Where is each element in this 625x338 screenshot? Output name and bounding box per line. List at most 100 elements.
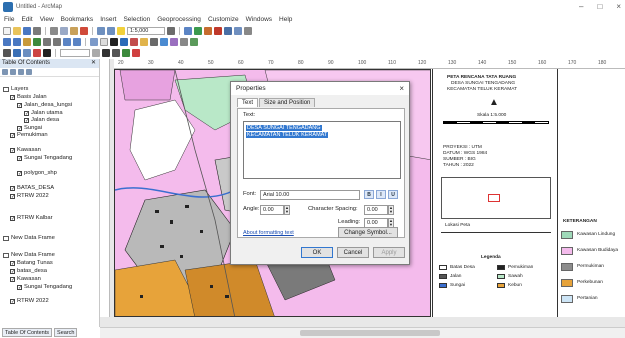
add-data-icon[interactable]: [117, 26, 125, 35]
toc-layer-item[interactable]: ✓ Sungai Tengadang: [17, 155, 72, 161]
pan-icon[interactable]: [23, 37, 31, 46]
full-extent-icon[interactable]: [33, 37, 41, 46]
toc-layer-item[interactable]: ✓ batas_desa: [10, 268, 47, 274]
python-icon[interactable]: [224, 26, 232, 35]
layer-checkbox[interactable]: ✓: [24, 117, 29, 123]
layer-checkbox[interactable]: ✓: [17, 125, 22, 131]
back-extent-icon[interactable]: [63, 37, 71, 46]
tab-size-and-position[interactable]: Size and Position: [259, 98, 316, 107]
apply-button[interactable]: Apply: [373, 247, 405, 258]
layer-checkbox[interactable]: ✓: [17, 284, 22, 290]
toc-layer-item[interactable]: ✓ RTRW 2022: [10, 193, 49, 199]
undo-icon[interactable]: [97, 26, 105, 35]
about-formatting-link[interactable]: About formatting text: [243, 230, 294, 236]
toc-layer-item[interactable]: New Data Frame: [3, 235, 55, 241]
data-frame-icon[interactable]: [3, 235, 9, 241]
pin-icon[interactable]: ✕: [91, 59, 96, 68]
line-color-icon[interactable]: [132, 48, 140, 57]
toc-layer-item[interactable]: ✓ Jalan desa: [24, 117, 59, 123]
menu-bookmarks[interactable]: Bookmarks: [61, 16, 94, 23]
toc-layer-item[interactable]: ✓ RTRW 2022: [10, 298, 49, 304]
select-element-icon[interactable]: [13, 48, 21, 57]
tab-text[interactable]: Text: [237, 98, 259, 107]
toc-layer-item[interactable]: ✓ Kawasan: [10, 276, 41, 282]
menu-edit[interactable]: Edit: [21, 16, 32, 23]
time-slider-icon[interactable]: [190, 37, 198, 46]
html-popup-icon[interactable]: [140, 37, 148, 46]
close-window-button[interactable]: ×: [616, 2, 621, 11]
select-elements-icon[interactable]: [110, 37, 118, 46]
redo-icon[interactable]: [107, 26, 115, 35]
text-input-area[interactable]: DESA SUNGAI TENGADANG KECAMATAN TELUK KE…: [243, 121, 401, 179]
layer-checkbox[interactable]: ✓: [10, 147, 15, 153]
delete-icon[interactable]: [80, 26, 88, 35]
menu-file[interactable]: File: [4, 16, 14, 23]
new-icon[interactable]: [3, 26, 11, 35]
forward-extent-icon[interactable]: [73, 37, 81, 46]
minimize-button[interactable]: –: [579, 2, 583, 11]
catalog-icon[interactable]: [194, 26, 202, 35]
menu-help[interactable]: Help: [279, 16, 292, 23]
whats-this-icon[interactable]: [244, 26, 252, 35]
toc-layer-item[interactable]: ✓ Kawasan: [10, 147, 41, 153]
change-symbol-button[interactable]: Change Symbol...: [338, 227, 398, 238]
layer-checkbox[interactable]: ✓: [10, 276, 15, 282]
menu-windows[interactable]: Windows: [246, 16, 272, 23]
list-by-source-icon[interactable]: [10, 69, 16, 75]
search-icon[interactable]: [204, 26, 212, 35]
font-field[interactable]: Arial 10.00: [260, 190, 360, 200]
menu-geoprocessing[interactable]: Geoprocessing: [157, 16, 201, 23]
data-frame-icon[interactable]: [3, 252, 9, 258]
layer-checkbox[interactable]: ✓: [10, 298, 15, 304]
layer-checkbox[interactable]: ✓: [10, 215, 15, 221]
italic-icon[interactable]: [112, 48, 120, 57]
map-scale-input[interactable]: 1:5,000: [127, 26, 165, 35]
rectangle-icon[interactable]: [33, 48, 41, 57]
zoom-in-icon[interactable]: [3, 37, 11, 46]
bold-button[interactable]: B: [364, 190, 374, 199]
layer-checkbox[interactable]: ✓: [10, 94, 15, 100]
list-by-drawing-order-icon[interactable]: [2, 69, 8, 75]
rotate-icon[interactable]: [23, 48, 31, 57]
select-features-icon[interactable]: [90, 37, 98, 46]
go-to-xy-icon[interactable]: [180, 37, 188, 46]
fixed-zoom-in-icon[interactable]: [43, 37, 51, 46]
arctoolbox-icon[interactable]: [214, 26, 222, 35]
menu-insert[interactable]: Insert: [100, 16, 116, 23]
char-spacing-spinner[interactable]: ▲ ▼: [388, 205, 394, 215]
list-by-visibility-icon[interactable]: [18, 69, 24, 75]
drawing-menu-icon[interactable]: [3, 48, 11, 57]
find-route-icon[interactable]: [170, 37, 178, 46]
list-by-selection-icon[interactable]: [26, 69, 32, 75]
cancel-button[interactable]: Cancel: [337, 247, 369, 258]
find-icon[interactable]: [160, 37, 168, 46]
horizontal-scrollbar[interactable]: [100, 327, 625, 338]
menu-selection[interactable]: Selection: [123, 16, 150, 23]
angle-field[interactable]: 0.00: [260, 205, 284, 215]
toc-layer-item[interactable]: Layers: [3, 86, 28, 92]
toc-layer-item[interactable]: ✓ Batang Tunas: [10, 260, 53, 266]
text-icon[interactable]: [43, 48, 51, 57]
char-spacing-field[interactable]: 0.00: [364, 205, 388, 215]
print-icon[interactable]: [33, 26, 41, 35]
copy-icon[interactable]: [60, 26, 68, 35]
dialog-close-button[interactable]: ×: [399, 82, 404, 95]
toc-layer-item[interactable]: ✓ Sungai: [17, 125, 42, 131]
clear-selection-icon[interactable]: [100, 37, 108, 46]
bold-icon[interactable]: [102, 48, 110, 57]
measure-icon[interactable]: [150, 37, 158, 46]
font-combo[interactable]: [60, 48, 90, 57]
menu-view[interactable]: View: [40, 16, 54, 23]
layer-checkbox[interactable]: ✓: [17, 170, 22, 176]
toc-layer-item[interactable]: New Data Frame: [3, 252, 55, 258]
model-builder-icon[interactable]: [234, 26, 242, 35]
maximize-button[interactable]: □: [597, 2, 602, 11]
paste-icon[interactable]: [70, 26, 78, 35]
angle-spinner[interactable]: ▲ ▼: [284, 205, 290, 215]
fixed-zoom-out-icon[interactable]: [53, 37, 61, 46]
tab-table-of-contents[interactable]: Table Of Contents: [2, 328, 53, 337]
toc-layer-item[interactable]: ✓ Sungai Tengadang: [17, 284, 72, 290]
editor-icon[interactable]: [184, 26, 192, 35]
open-icon[interactable]: [13, 26, 21, 35]
save-icon[interactable]: [23, 26, 31, 35]
